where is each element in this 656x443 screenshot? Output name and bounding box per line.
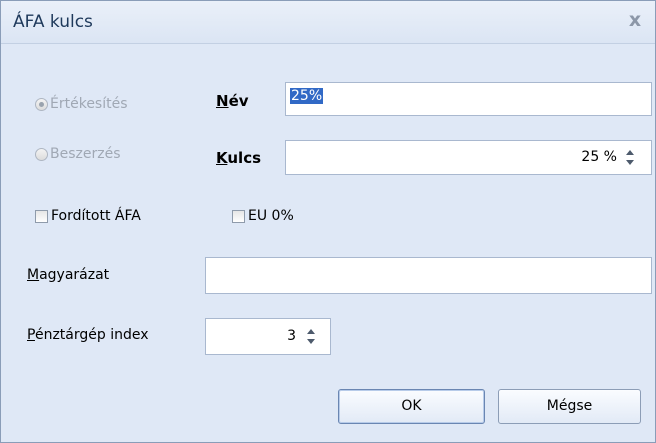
ok-button[interactable]: OK <box>338 389 485 424</box>
nev-input-value: 25% <box>290 88 324 104</box>
nev-input[interactable]: 25% <box>285 82 652 116</box>
close-icon[interactable]: x <box>624 9 646 31</box>
radio-ertekesites-label: Értékesítés <box>50 96 128 112</box>
magyarazat-label-accesskey: M <box>27 267 40 283</box>
radio-beszerzes[interactable]: Beszerzés <box>35 146 121 162</box>
penztargep-stepper[interactable]: 3 <box>205 318 331 355</box>
dialog-window: ÁFA kulcs x Értékesítés Beszerzés Név 25… <box>0 0 656 443</box>
penztargep-label: Pénztárgép index <box>27 327 149 343</box>
magyarazat-label-rest: agyarázat <box>39 267 110 283</box>
penztargep-label-rest: énztárgép index <box>34 327 149 343</box>
nev-label: Név <box>216 92 249 110</box>
cancel-button[interactable]: Mégse <box>498 389 641 424</box>
spin-up-icon[interactable] <box>626 150 634 155</box>
kulcs-label-accesskey: K <box>216 149 228 167</box>
magyarazat-input[interactable] <box>205 257 652 294</box>
magyarazat-label: Magyarázat <box>27 267 109 283</box>
dialog-title: ÁFA kulcs <box>13 12 93 32</box>
radio-beszerzes-label: Beszerzés <box>50 146 121 162</box>
checkbox-box-icon <box>35 209 48 223</box>
spin-down-icon[interactable] <box>626 160 634 165</box>
radio-dot-icon <box>35 97 48 111</box>
nev-label-accesskey: N <box>216 92 229 110</box>
dialog-body: Értékesítés Beszerzés Név 25% Kulcs 25 %… <box>2 44 654 442</box>
nev-label-rest: év <box>228 92 249 110</box>
kulcs-label: Kulcs <box>216 149 261 167</box>
penztargep-label-accesskey: P <box>27 327 35 343</box>
radio-dot-icon <box>35 147 48 161</box>
penztargep-value: 3 <box>287 328 296 344</box>
kulcs-stepper[interactable]: 25 % <box>285 140 652 175</box>
eu0-label: EU 0% <box>248 208 294 224</box>
penztargep-spin-buttons[interactable] <box>306 329 316 351</box>
checkbox-forditott-afa[interactable]: Fordított ÁFA <box>35 208 141 224</box>
kulcs-label-rest: ulcs <box>227 149 262 167</box>
kulcs-value: 25 % <box>581 149 617 165</box>
spin-up-icon[interactable] <box>307 329 315 334</box>
radio-ertekesites[interactable]: Értékesítés <box>35 96 128 112</box>
checkbox-eu0[interactable]: EU 0% <box>232 208 294 224</box>
forditott-afa-label: Fordított ÁFA <box>51 208 141 224</box>
checkbox-box-icon <box>232 209 245 223</box>
spin-down-icon[interactable] <box>307 339 315 344</box>
kulcs-spin-buttons[interactable] <box>625 150 635 172</box>
title-bar: ÁFA kulcs x <box>1 1 655 44</box>
